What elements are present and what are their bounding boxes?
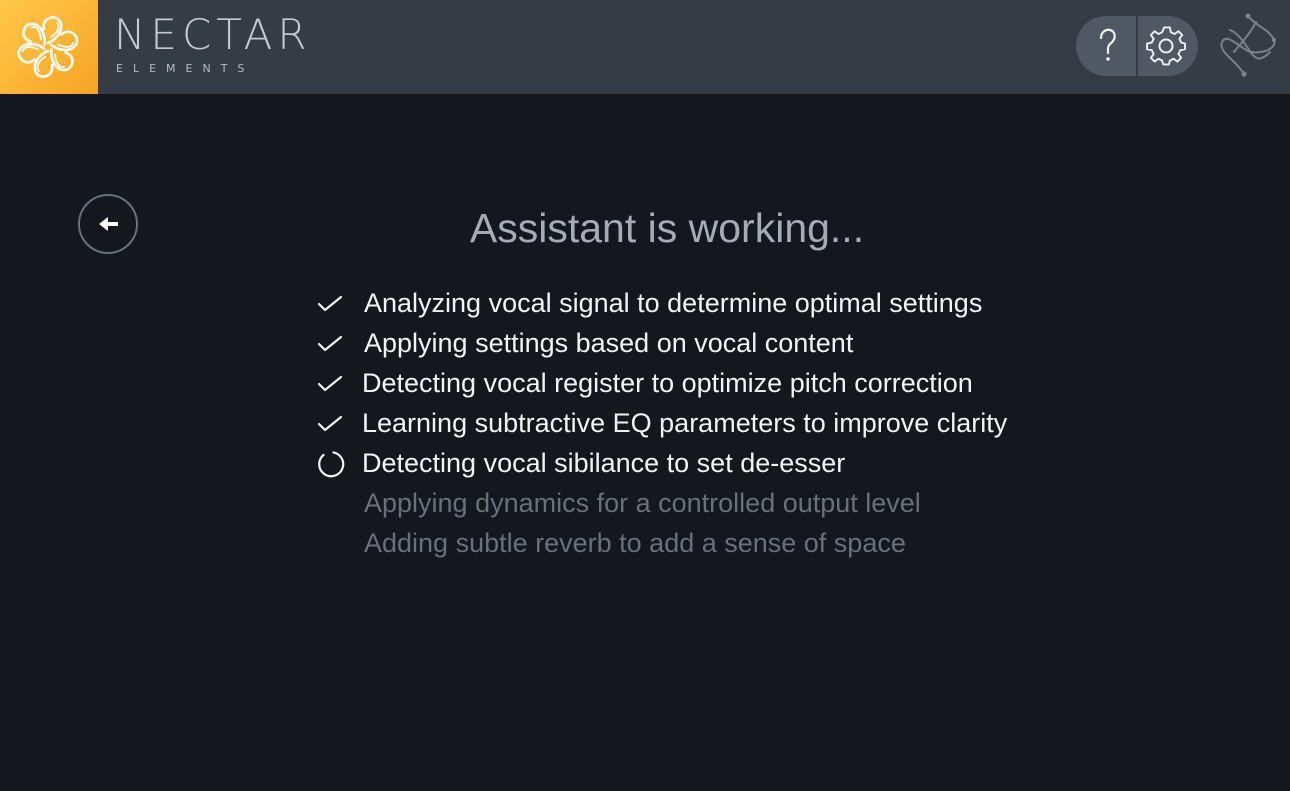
spinner-icon: [312, 443, 348, 483]
brand-subtitle: ELEMENTS: [116, 62, 255, 75]
step-label: Detecting vocal sibilance to set de-esse…: [362, 448, 846, 478]
check-icon: [312, 283, 348, 323]
check-icon: [312, 363, 348, 403]
step-label: Applying settings based on vocal content: [364, 328, 854, 358]
step-label: Analyzing vocal signal to determine opti…: [364, 288, 983, 318]
step-label: Learning subtractive EQ parameters to im…: [362, 408, 1008, 438]
check-icon: [312, 403, 348, 443]
step-label: Detecting vocal register to optimize pit…: [362, 368, 973, 398]
gear-icon: [1146, 26, 1187, 66]
page-title: Assistant is working...: [469, 205, 865, 251]
brand-name: NECTAR: [114, 10, 312, 59]
nectar-logo: [0, 0, 98, 94]
header-bar: NECTAR ELEMENTS: [0, 0, 1290, 94]
nectar-flower-logo-icon: [17, 16, 79, 78]
help-button[interactable]: [1076, 16, 1136, 76]
step-label: Adding subtle reverb to add a sense of s…: [364, 528, 906, 558]
step-label: Applying dynamics for a controlled outpu…: [364, 488, 921, 518]
question-icon: [1099, 28, 1116, 61]
settings-button[interactable]: [1138, 16, 1198, 76]
check-icon: [312, 323, 348, 363]
izotope-logo-icon: [1216, 12, 1280, 83]
header-button-group: [1076, 16, 1198, 76]
nectar-elements-window: NECTAR ELEMENTS Assistant is working... …: [0, 0, 1290, 791]
